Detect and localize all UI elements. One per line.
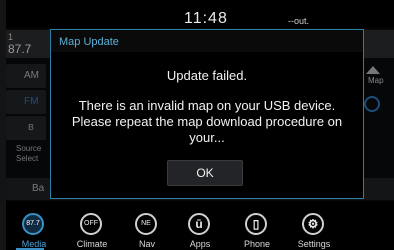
- nav-media[interactable]: 87.7 Media: [6, 201, 62, 250]
- nav-apps-label: Apps: [189, 239, 211, 249]
- dialog-header: Map Update: [51, 30, 363, 52]
- climate-icon: OFF: [80, 213, 102, 235]
- nav-climate[interactable]: OFF Climate: [64, 201, 120, 250]
- nav-apps[interactable]: ū Apps: [172, 201, 228, 250]
- screen: 11:48 --out. 1 87.7 AM FM ʙ Source Select…: [0, 0, 394, 250]
- apps-icon: ū: [188, 213, 210, 235]
- preset-frequency: 87.7: [8, 42, 32, 56]
- map-icon: [366, 66, 380, 74]
- fm-label: FM: [24, 96, 39, 107]
- bottom-nav: 87.7 Media OFF Climate NE Nav ū Apps ▯ P…: [6, 201, 394, 250]
- map-label: Map: [368, 76, 384, 85]
- outside-temperature: --out.: [288, 16, 310, 26]
- dialog-title: Map Update: [59, 36, 119, 48]
- radio-icon: 87.7: [22, 213, 44, 235]
- compass-icon: NE: [135, 213, 157, 235]
- preset-number: 1: [8, 32, 14, 42]
- background-bottom-label: Ba: [32, 183, 45, 194]
- nav-nav[interactable]: NE Nav: [119, 201, 175, 250]
- clock: 11:48: [184, 10, 228, 27]
- source-select-label: Source Select: [16, 144, 42, 163]
- dialog-message: There is an invalid map on your USB devi…: [71, 98, 343, 145]
- nav-phone[interactable]: ▯ Phone: [229, 201, 285, 250]
- phone-icon: ▯: [245, 213, 267, 235]
- nav-settings[interactable]: ⚙ Settings: [286, 201, 342, 250]
- nav-settings-label: Settings: [297, 239, 331, 249]
- status-bar: 11:48 --out.: [6, 0, 394, 28]
- bluetooth-button: [6, 116, 46, 140]
- ok-button[interactable]: OK: [167, 160, 243, 186]
- dialog-heading: Update failed.: [166, 68, 248, 83]
- seek-icon: [364, 96, 380, 112]
- bluetooth-icon: ʙ: [28, 121, 34, 133]
- nav-phone-label: Phone: [243, 239, 271, 249]
- nav-climate-label: Climate: [76, 239, 108, 249]
- map-update-dialog: Map Update Update failed. There is an in…: [50, 29, 364, 199]
- am-label: AM: [24, 70, 39, 81]
- nav-nav-label: Nav: [138, 239, 155, 249]
- gear-icon: ⚙: [302, 213, 324, 235]
